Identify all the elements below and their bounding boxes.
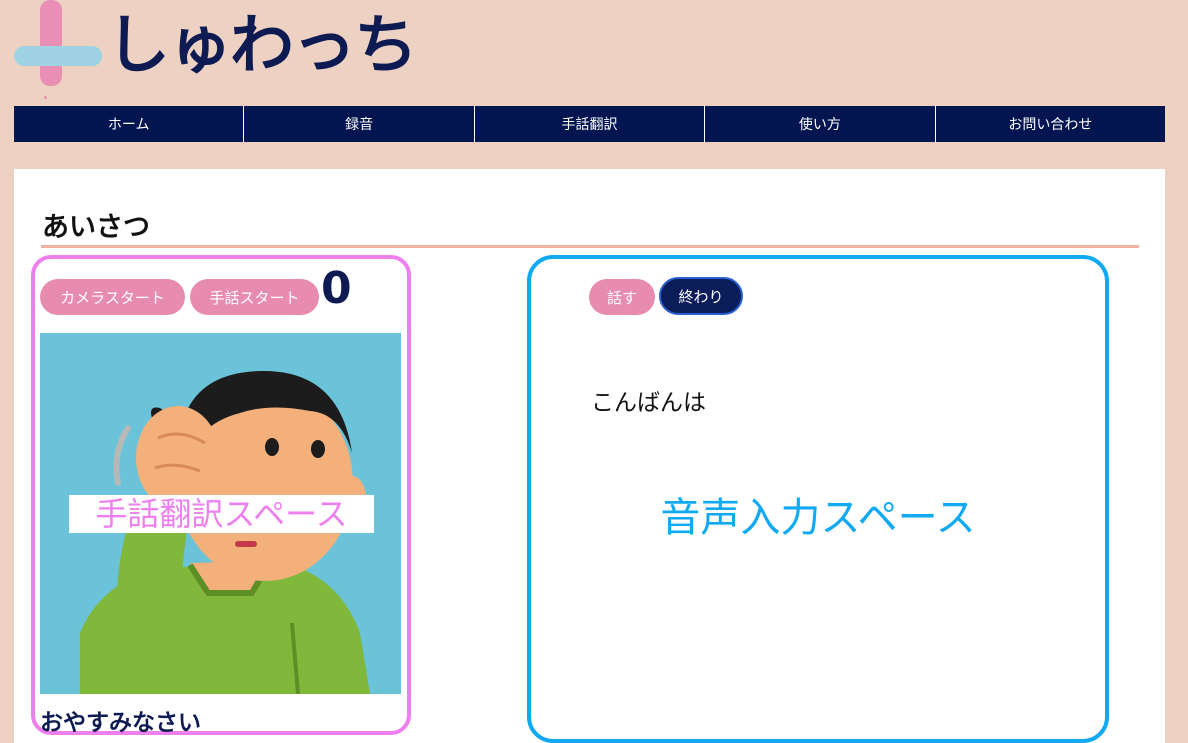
sign-counter: 0 bbox=[321, 263, 352, 314]
nav-item-sign-translation[interactable]: 手話翻訳 bbox=[475, 106, 706, 142]
logo-text: しゅわっち bbox=[106, 9, 418, 83]
camera-start-button[interactable]: カメラスタート bbox=[40, 279, 185, 315]
page-title: あいさつ bbox=[42, 212, 150, 243]
logo-plus-vertical bbox=[40, 0, 62, 86]
sign-translation-panel: カメラスタート 手話スタート 0 手話翻訳スペース おやすみなさい bbox=[31, 255, 411, 736]
nav-item-recording[interactable]: 録音 bbox=[244, 106, 475, 142]
main-nav: ホーム 録音 手話翻訳 使い方 お問い合わせ bbox=[14, 106, 1165, 142]
speech-result-text: こんばんは bbox=[591, 390, 706, 416]
title-divider bbox=[41, 245, 1139, 248]
nav-item-home[interactable]: ホーム bbox=[14, 106, 245, 142]
logo-plus-horizontal bbox=[14, 46, 102, 66]
nav-item-contact[interactable]: お問い合わせ bbox=[936, 106, 1165, 142]
camera-feed-image: 手話翻訳スペース bbox=[40, 333, 401, 694]
logo-dot bbox=[44, 96, 47, 99]
voice-input-panel: 話す 終わり こんばんは 音声入力スペース bbox=[527, 255, 1109, 743]
nav-item-how-to-use[interactable]: 使い方 bbox=[705, 106, 936, 142]
main-content: あいさつ カメラスタート 手話スタート 0 手話翻訳スペース おやすみなさい 話… bbox=[14, 169, 1165, 743]
end-button[interactable]: 終わり bbox=[659, 277, 743, 315]
logo[interactable]: しゅわっち bbox=[12, 0, 418, 100]
sign-translation-space-label: 手話翻訳スペース bbox=[69, 495, 374, 533]
sign-result-text: おやすみなさい bbox=[40, 710, 201, 736]
speak-button[interactable]: 話す bbox=[589, 279, 655, 315]
voice-input-space-label: 音声入力スペース bbox=[660, 495, 976, 541]
sign-start-button[interactable]: 手話スタート bbox=[190, 279, 319, 315]
